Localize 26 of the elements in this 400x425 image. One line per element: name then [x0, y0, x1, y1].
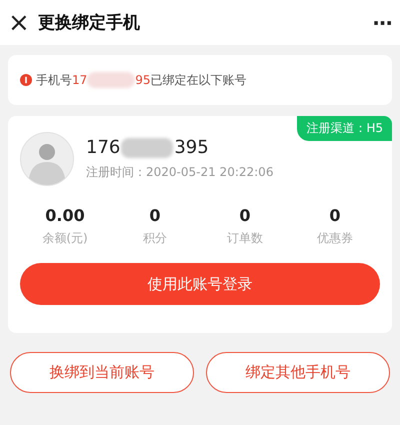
- redaction-blur: [121, 138, 174, 158]
- stat-value: 0: [149, 206, 161, 225]
- stat-value: 0: [239, 206, 251, 225]
- action-button[interactable]: 绑定其他手机号: [206, 352, 390, 393]
- stat-label: 余额(元): [42, 230, 88, 247]
- phone-number-start: 176: [86, 137, 120, 158]
- action-button[interactable]: 换绑到当前账号: [10, 352, 194, 393]
- stat-label: 积分: [143, 230, 167, 247]
- phone-number-end: 395: [174, 137, 209, 158]
- warning-icon: [20, 74, 32, 86]
- stat-label: 订单数: [227, 230, 263, 247]
- phone-number-end: 95: [135, 73, 151, 87]
- phone-number-start: 17: [72, 73, 88, 87]
- more-button[interactable]: ···: [372, 10, 392, 34]
- notice-text: 手机号: [36, 72, 72, 88]
- redaction-blur: [87, 72, 136, 88]
- channel-badge: 注册渠道：H5: [297, 116, 392, 141]
- registration-time: 注册时间：2020-05-21 20:22:06: [86, 164, 274, 181]
- login-button[interactable]: 使用此账号登录: [20, 263, 380, 305]
- stat-value: 0.00: [45, 206, 85, 225]
- stat-value: 0: [329, 206, 341, 225]
- stat-label: 优惠券: [317, 230, 353, 247]
- avatar-icon: [20, 132, 74, 186]
- page-title: 更换绑定手机: [38, 12, 141, 34]
- close-button[interactable]: ×: [8, 10, 28, 36]
- notice-text: 已绑定在以下账号: [150, 72, 247, 88]
